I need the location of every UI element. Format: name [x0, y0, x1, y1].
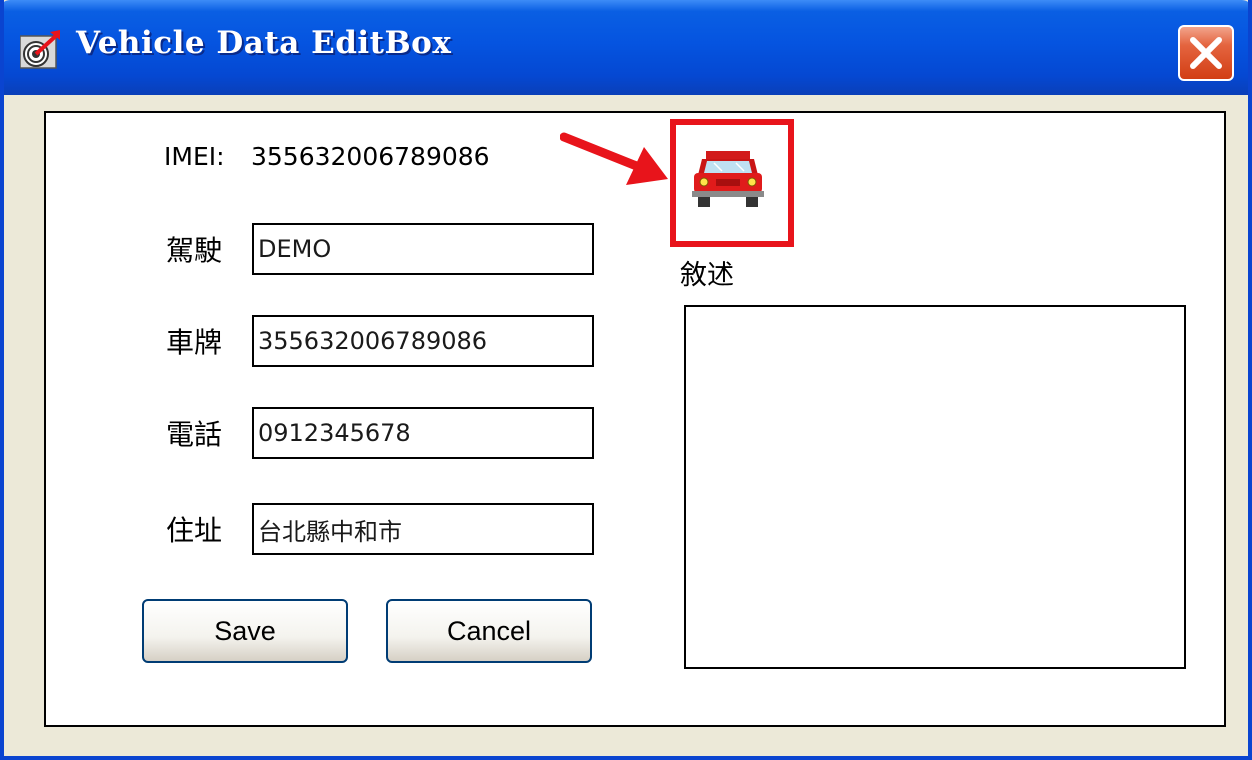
- address-label: 住址: [166, 514, 223, 547]
- title-bar[interactable]: Vehicle Data EditBox: [4, 0, 1248, 95]
- app-target-icon: [19, 30, 62, 70]
- driver-input[interactable]: [252, 223, 594, 275]
- save-button[interactable]: Save: [142, 599, 348, 663]
- driver-label: 駕駛: [166, 234, 223, 267]
- phone-label: 電話: [166, 418, 223, 451]
- edit-panel: IMEI: 355632006789086 駕駛 車牌 電話 住址 Save C…: [44, 111, 1226, 727]
- address-input[interactable]: [252, 503, 594, 555]
- imei-value: 355632006789086: [251, 142, 490, 171]
- vehicle-icon-highlight[interactable]: [670, 119, 794, 247]
- window-title: Vehicle Data EditBox: [76, 25, 452, 61]
- close-button[interactable]: [1178, 25, 1234, 81]
- phone-input[interactable]: [252, 407, 594, 459]
- imei-label: IMEI:: [164, 142, 225, 171]
- red-car-icon: [692, 151, 764, 207]
- close-icon: [1190, 37, 1222, 69]
- vehicle-data-editbox-window: Vehicle Data EditBox IMEI: 3556320067890…: [0, 0, 1252, 760]
- plate-label: 車牌: [166, 326, 223, 359]
- red-arrow-icon: [560, 132, 668, 185]
- description-label: 敘述: [680, 260, 734, 291]
- cancel-button[interactable]: Cancel: [386, 599, 592, 663]
- description-textarea[interactable]: [684, 305, 1186, 669]
- plate-input[interactable]: [252, 315, 594, 367]
